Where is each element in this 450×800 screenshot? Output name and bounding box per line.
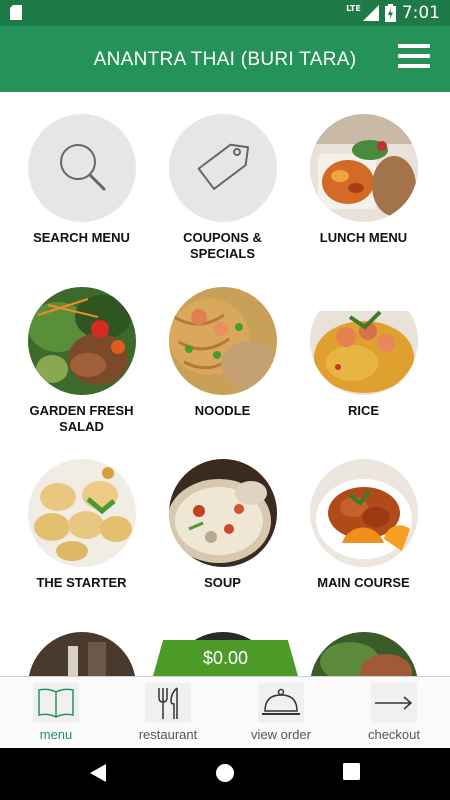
tile-label: MAIN COURSE bbox=[317, 575, 410, 590]
arrow-right-icon bbox=[371, 683, 417, 723]
tile-lunch-menu[interactable]: LUNCH MENU bbox=[293, 114, 434, 246]
nav-label: menu bbox=[39, 727, 73, 742]
app-screen: LTE 7:01 ANANTRA THAI (BURI TARA) SEARCH… bbox=[0, 0, 450, 800]
nav-restaurant[interactable]: restaurant bbox=[112, 683, 224, 742]
dish-photo bbox=[309, 632, 418, 676]
noodle-photo bbox=[168, 287, 277, 395]
tile-label: SOUP bbox=[204, 575, 241, 590]
tile-coupons-specials[interactable]: COUPONS & SPECIALS bbox=[152, 114, 293, 262]
tile-label: NOODLE bbox=[194, 403, 251, 418]
salad-photo bbox=[27, 287, 136, 395]
tile-label: THE STARTER bbox=[36, 575, 127, 590]
back-icon[interactable] bbox=[89, 763, 107, 783]
tile-main-course[interactable]: MAIN COURSE bbox=[293, 459, 434, 591]
dish-photo bbox=[27, 632, 136, 676]
nav-checkout[interactable]: checkout bbox=[338, 683, 450, 742]
nav-view-order[interactable]: view order bbox=[225, 683, 337, 742]
tile-row4-right[interactable] bbox=[293, 632, 434, 676]
system-navigation-bar bbox=[0, 748, 450, 800]
search-icon bbox=[27, 114, 136, 222]
nav-menu[interactable]: menu bbox=[0, 683, 112, 742]
restaurant-title: ANANTRA THAI (BURI TARA) bbox=[93, 49, 357, 70]
app-bar: ANANTRA THAI (BURI TARA) bbox=[0, 26, 450, 92]
tile-label: LUNCH MENU bbox=[319, 230, 408, 245]
bottom-nav: menu restaurant view order checkout bbox=[0, 676, 450, 748]
nav-label: restaurant bbox=[138, 727, 198, 742]
soup-photo bbox=[168, 459, 277, 567]
tile-label: GARDEN FRESH SALAD bbox=[29, 403, 134, 434]
tile-label: SEARCH MENU bbox=[33, 230, 130, 245]
cart-total[interactable]: $0.00 bbox=[153, 640, 298, 676]
cloche-icon bbox=[258, 683, 304, 723]
tile-row4-left[interactable] bbox=[11, 632, 152, 676]
tile-search-menu[interactable]: SEARCH MENU bbox=[11, 114, 152, 246]
recents-icon[interactable] bbox=[343, 763, 360, 780]
rice-photo bbox=[309, 287, 418, 395]
fork-knife-icon bbox=[145, 683, 191, 723]
status-bar: LTE 7:01 bbox=[0, 0, 450, 26]
main-course-photo bbox=[309, 459, 418, 567]
sd-card-icon bbox=[10, 5, 22, 20]
starter-photo bbox=[27, 459, 136, 567]
tile-label: RICE bbox=[347, 403, 380, 418]
tile-soup[interactable]: SOUP bbox=[152, 459, 293, 591]
tile-garden-fresh-salad[interactable]: GARDEN FRESH SALAD bbox=[11, 287, 152, 435]
category-grid: SEARCH MENU COUPONS & SPECIALS LUNCH MEN… bbox=[0, 92, 450, 676]
network-type: LTE bbox=[346, 3, 361, 13]
nav-label: checkout bbox=[367, 727, 421, 742]
battery-charging-icon bbox=[384, 4, 396, 22]
tag-icon bbox=[168, 114, 277, 222]
tile-label: COUPONS & SPECIALS bbox=[183, 230, 262, 261]
tile-noodle[interactable]: NOODLE bbox=[152, 287, 293, 419]
tile-the-starter[interactable]: THE STARTER bbox=[11, 459, 152, 591]
tile-rice[interactable]: RICE bbox=[293, 287, 434, 419]
clock: 7:01 bbox=[401, 3, 440, 23]
hamburger-icon[interactable] bbox=[398, 44, 430, 72]
nav-label: view order bbox=[251, 727, 311, 742]
signal-icon bbox=[362, 5, 379, 21]
lunch-photo bbox=[309, 114, 418, 222]
book-icon bbox=[33, 683, 79, 723]
home-icon[interactable] bbox=[215, 763, 235, 783]
